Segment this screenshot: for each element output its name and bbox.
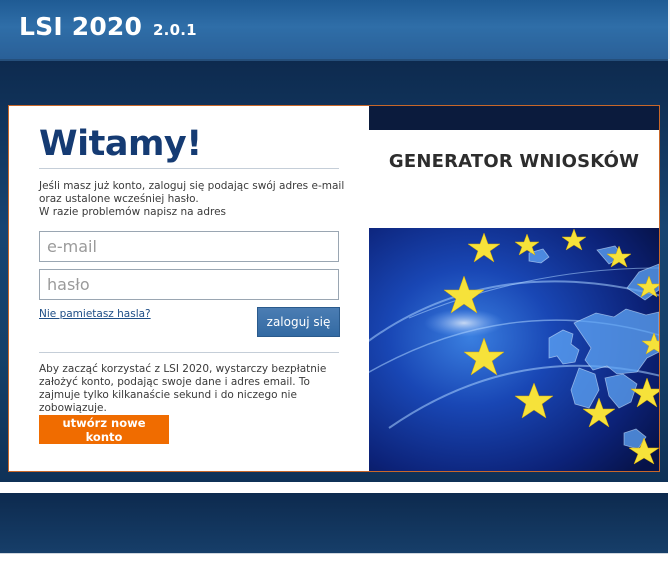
bottom-divider <box>0 553 668 554</box>
login-button[interactable]: zaloguj się <box>257 307 340 337</box>
banner-panel: GENERATOR WNIOSKÓW <box>369 106 659 471</box>
login-card: Witamy! Jeśli masz już konto, zaloguj si… <box>8 105 660 472</box>
create-account-button[interactable]: utwórz nowe konto <box>39 415 169 444</box>
password-field[interactable] <box>39 269 339 300</box>
intro-line: Jeśli masz już konto, zaloguj się podają… <box>39 180 345 192</box>
intro-line: W razie problemów napisz na adres <box>39 206 227 218</box>
eu-stars-map-image <box>369 228 659 471</box>
band-gap <box>0 482 668 493</box>
email-field[interactable] <box>39 231 339 262</box>
generator-title: GENERATOR WNIOSKÓW <box>388 151 640 172</box>
band-divider <box>0 59 668 61</box>
app-name: LSI 2020 <box>19 12 143 41</box>
divider <box>39 168 339 169</box>
generator-box <box>369 130 659 228</box>
register-info-text: Aby zacząć korzystać z LSI 2020, wystarc… <box>39 363 327 414</box>
intro-text: Jeśli masz już konto, zaloguj się podają… <box>39 180 349 219</box>
footer-band <box>0 493 668 553</box>
intro-line: oraz ustalone wcześniej hasło. <box>39 193 199 205</box>
app-version: 2.0.1 <box>153 21 197 39</box>
app-title: LSI 2020 2.0.1 <box>19 12 197 41</box>
welcome-heading: Witamy! <box>39 124 202 164</box>
divider <box>39 352 339 353</box>
login-panel: Witamy! Jeśli masz już konto, zaloguj si… <box>9 106 369 471</box>
banner-top-strip <box>369 106 659 130</box>
forgot-password-link[interactable]: Nie pamietasz hasla? <box>39 308 151 320</box>
app-header: LSI 2020 2.0.1 <box>0 0 670 59</box>
